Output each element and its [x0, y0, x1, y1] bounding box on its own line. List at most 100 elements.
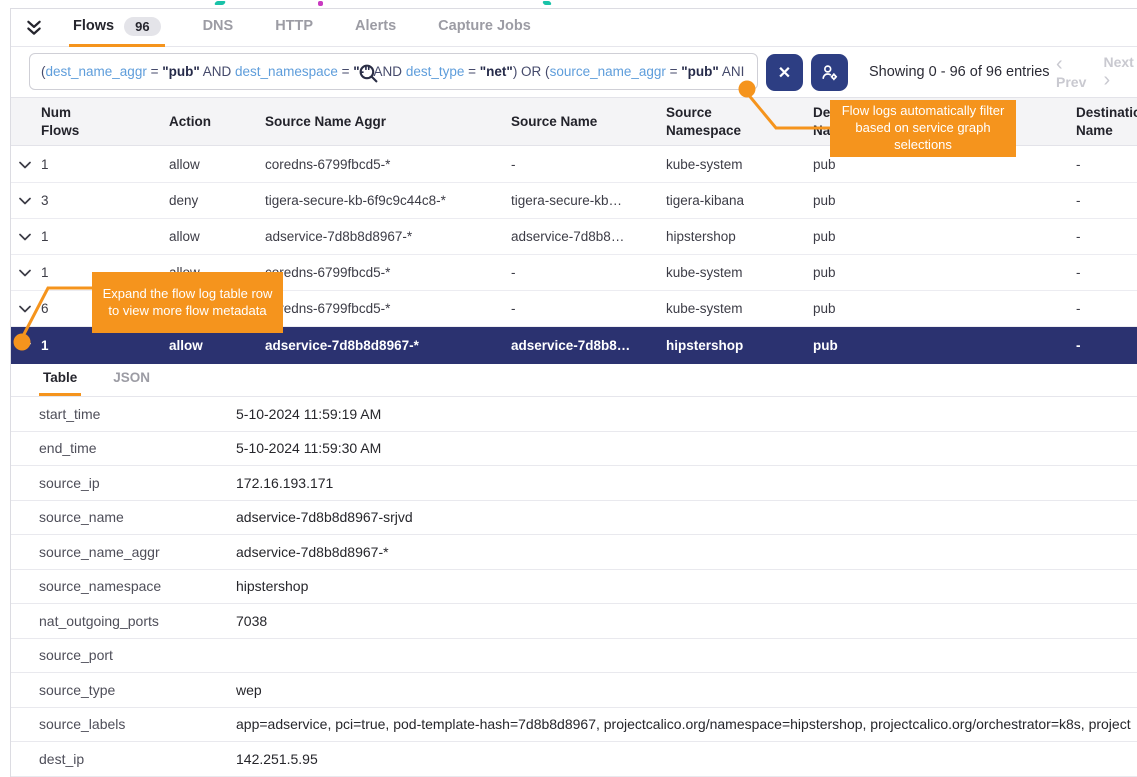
detail-row: start_time5-10-2024 11:59:19 AM	[11, 397, 1137, 432]
query-segment: =	[338, 64, 353, 79]
cell-source-name: adservice-7d8b8…	[511, 229, 666, 244]
detail-tab-json[interactable]: JSON	[109, 370, 154, 396]
query-segment: dest_type	[406, 64, 465, 79]
cell-source-name: -	[511, 157, 666, 172]
detail-row: source_typewep	[11, 673, 1137, 708]
detail-key: end_time	[39, 440, 236, 456]
cell-source-namespace: kube-system	[666, 301, 813, 316]
flow-detail-tabbar: Table JSON	[11, 364, 1137, 397]
cell-action: allow	[169, 338, 265, 353]
cell-destination-name: -	[1076, 265, 1137, 280]
detail-key: source_name_aggr	[39, 544, 236, 560]
expand-row-chevron-icon[interactable]	[19, 305, 41, 313]
detail-key: source_name	[39, 509, 236, 525]
query-segment: "net"	[480, 64, 513, 79]
prev-button[interactable]: ‹ Prev	[1056, 54, 1090, 90]
cell-num-flows: 3	[41, 193, 169, 208]
cell-destination-name: -	[1076, 229, 1137, 244]
detail-row: nat_outgoing_ports7038	[11, 604, 1137, 639]
detail-key: source_labels	[39, 716, 236, 732]
detail-value: wep	[236, 682, 1137, 698]
next-button[interactable]: Next ›	[1104, 54, 1137, 90]
search-icon[interactable]	[358, 63, 379, 89]
detail-value: 5-10-2024 11:59:30 AM	[236, 440, 1137, 456]
expand-row-chevron-icon[interactable]	[19, 269, 41, 277]
cell-num-flows: 1	[41, 338, 169, 353]
detail-value: adservice-7d8b8d8967-*	[236, 544, 1137, 560]
expand-row-chevron-icon[interactable]	[19, 233, 41, 241]
cell-source-name-aggr: coredns-6799fbcd5-*	[265, 157, 511, 172]
flow-table-row[interactable]: 1allowadservice-7d8b8d8967-*adservice-7d…	[11, 219, 1137, 255]
tab-alerts-label: Alerts	[355, 18, 396, 34]
clear-filter-button[interactable]: ✕	[766, 54, 803, 91]
cell-source-namespace: tigera-kibana	[666, 193, 813, 208]
cell-destination-name: -	[1076, 157, 1137, 172]
detail-key: source_type	[39, 682, 236, 698]
collapse-panel-double-chevron-icon[interactable]	[25, 19, 43, 37]
cell-action: allow	[169, 157, 265, 172]
cell-source-name: -	[511, 265, 666, 280]
cell-dest-name-aggr: pub	[813, 193, 1076, 208]
cell-source-namespace: kube-system	[666, 265, 813, 280]
graph-edge-fragment	[214, 1, 226, 5]
query-segment: ANI	[719, 64, 745, 79]
cell-source-namespace: kube-system	[666, 157, 813, 172]
tab-flows[interactable]: Flows 96	[69, 9, 165, 47]
tab-capture-jobs[interactable]: Capture Jobs	[434, 9, 535, 47]
cell-num-flows: 1	[41, 229, 169, 244]
column-header-num-flows[interactable]: Num Flows	[41, 104, 87, 139]
detail-row: source_nameadservice-7d8b8d8967-srjvd	[11, 501, 1137, 536]
tab-capture-jobs-label: Capture Jobs	[438, 18, 531, 34]
user-settings-button[interactable]	[811, 54, 848, 91]
cell-source-namespace: hipstershop	[666, 229, 813, 244]
tab-http[interactable]: HTTP	[271, 9, 317, 47]
cell-destination-name: -	[1076, 338, 1137, 353]
query-segment: "pub"	[162, 64, 200, 79]
detail-key: source_namespace	[39, 578, 236, 594]
query-segment: =	[147, 64, 162, 79]
column-header-action[interactable]: Action	[169, 113, 265, 131]
tab-dns[interactable]: DNS	[199, 9, 238, 47]
detail-key: source_ip	[39, 475, 236, 491]
detail-tab-table[interactable]: Table	[39, 370, 81, 396]
detail-key: nat_outgoing_ports	[39, 613, 236, 629]
detail-key: source_port	[39, 647, 236, 663]
cell-source-name-aggr: adservice-7d8b8d8967-*	[265, 338, 511, 353]
cell-destination-name: -	[1076, 301, 1137, 316]
column-header-source-namespace[interactable]: Source Namespace	[666, 104, 758, 139]
filter-query: (dest_name_aggr = "pub" AND dest_namespa…	[41, 64, 744, 79]
detail-row: source_name_aggradservice-7d8b8d8967-*	[11, 535, 1137, 570]
expand-row-chevron-icon[interactable]	[19, 342, 41, 350]
tab-http-label: HTTP	[275, 18, 313, 34]
column-header-destination-name[interactable]: Destination Name	[1076, 104, 1137, 139]
cell-action: allow	[169, 229, 265, 244]
column-header-source-name-aggr[interactable]: Source Name Aggr	[265, 113, 511, 131]
callout-expand-row: Expand the flow log table row to view mo…	[92, 272, 283, 333]
query-segment: =	[666, 64, 681, 79]
tab-alerts[interactable]: Alerts	[351, 9, 400, 47]
query-segment: dest_namespace	[235, 64, 338, 79]
expand-row-chevron-icon[interactable]	[19, 161, 41, 169]
cell-dest-name-aggr: pub	[813, 301, 1076, 316]
cell-source-name-aggr: coredns-6799fbcd5-*	[265, 265, 511, 280]
filter-query-input[interactable]: (dest_name_aggr = "pub" AND dest_namespa…	[29, 53, 758, 90]
cell-source-name: tigera-secure-kb…	[511, 193, 666, 208]
expand-row-chevron-icon[interactable]	[19, 197, 41, 205]
pagination: ‹ Prev Next ›	[1056, 53, 1137, 90]
detail-key: start_time	[39, 406, 236, 422]
flow-detail-table: start_time5-10-2024 11:59:19 AM end_time5…	[11, 397, 1137, 777]
detail-value: 172.16.193.171	[236, 475, 1137, 491]
query-segment: source_name_aggr	[550, 64, 666, 79]
graph-edge-fragment	[318, 1, 323, 6]
query-segment: dest_name_aggr	[46, 64, 147, 79]
detail-value: 142.251.5.95	[236, 751, 1137, 767]
detail-value: adservice-7d8b8d8967-srjvd	[236, 509, 1137, 525]
cell-destination-name: -	[1076, 193, 1137, 208]
flow-table-row[interactable]: 3denytigera-secure-kb-6f9c9c44c8-*tigera…	[11, 183, 1137, 219]
flows-count-badge: 96	[124, 17, 160, 36]
detail-key: dest_ip	[39, 751, 236, 767]
detail-row: source_labelsapp=adservice, pci=true, po…	[11, 708, 1137, 743]
service-graph-cutoff-strip	[0, 0, 1137, 8]
user-gear-icon	[819, 62, 840, 83]
column-header-source-name[interactable]: Source Name	[511, 113, 666, 131]
